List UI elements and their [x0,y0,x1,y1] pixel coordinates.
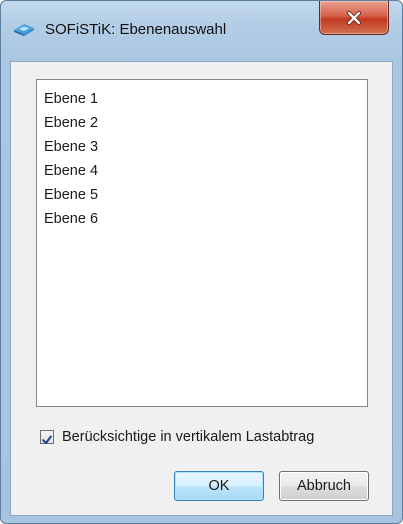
list-item[interactable]: Ebene 2 [44,111,367,135]
cancel-button[interactable]: Abbruch [279,471,369,501]
ok-button[interactable]: OK [174,471,264,501]
checkmark-icon [42,432,52,444]
list-item[interactable]: Ebene 6 [44,207,367,231]
list-item[interactable]: Ebene 4 [44,159,367,183]
list-item[interactable]: Ebene 1 [44,87,367,111]
vertical-load-label[interactable]: Berücksichtige in vertikalem Lastabtrag [62,429,314,445]
close-button[interactable] [319,1,389,35]
dialog-body: Ebene 1 Ebene 2 Ebene 3 Ebene 4 Ebene 5 … [10,61,393,516]
vertical-load-option[interactable]: Berücksichtige in vertikalem Lastabtrag [40,426,314,448]
close-icon [345,9,363,27]
dialog-window: SOFiSTiK: Ebenenauswahl Ebene 1 Ebene 2 … [0,0,403,524]
list-item[interactable]: Ebene 3 [44,135,367,159]
title-bar[interactable]: SOFiSTiK: Ebenenauswahl [1,1,402,61]
layer-listbox[interactable]: Ebene 1 Ebene 2 Ebene 3 Ebene 4 Ebene 5 … [36,79,368,407]
list-item[interactable]: Ebene 5 [44,183,367,207]
window-title: SOFiSTiK: Ebenenauswahl [45,21,227,38]
sofistik-logo-icon [13,21,35,37]
vertical-load-checkbox[interactable] [40,430,54,444]
